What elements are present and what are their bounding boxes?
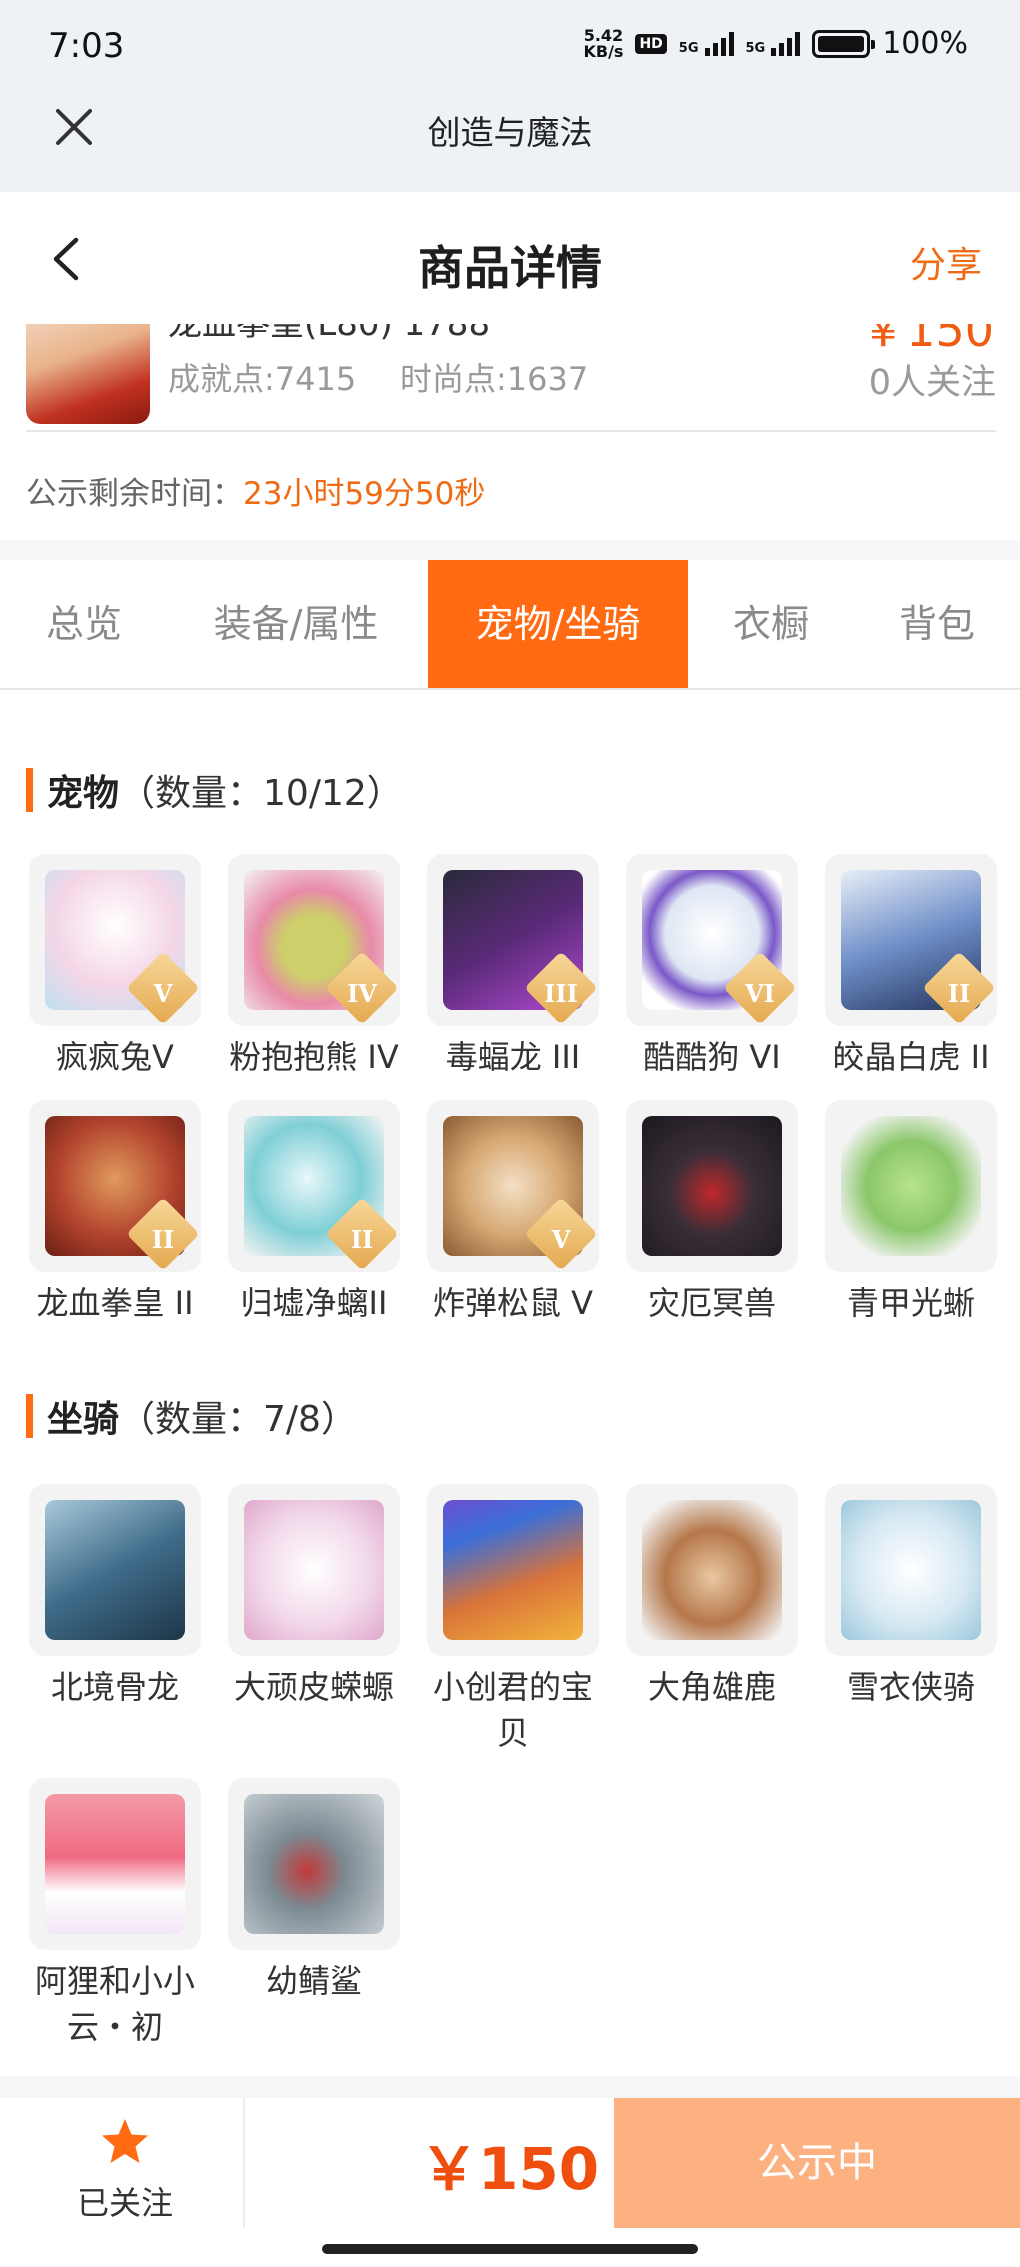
mount-item[interactable]: 北境骨龙 [26, 1484, 204, 1710]
pet-item[interactable]: II 归墟净螭II [225, 1100, 403, 1326]
pet-image [626, 1100, 798, 1272]
pet-item[interactable]: III 毒蝠龙 III [424, 854, 602, 1080]
pet-item[interactable]: VI 酷酷狗 VI [623, 854, 801, 1080]
mount-item[interactable]: 阿狸和小小云・初 [26, 1778, 204, 2050]
tab-pets-mounts[interactable]: 宠物/坐骑 [428, 560, 688, 688]
pet-image: II [228, 1100, 400, 1272]
mounts-count: （数量：7/8） [119, 1399, 357, 1440]
pet-image [825, 1100, 997, 1272]
item-summary: 龙血拳皇(L80) 1788 ￥150 成就点:7415 时尚点:1637 0人… [0, 324, 1020, 432]
item-thumbnail[interactable] [26, 324, 150, 424]
pet-image: V [29, 854, 201, 1026]
mount-image [626, 1484, 798, 1656]
divider [26, 430, 996, 432]
status-icons: 5.42 KB/s HD 5G 5G 100% [583, 26, 968, 61]
achievement-points: 成就点:7415 [168, 360, 357, 398]
page-title: 商品详情 [418, 241, 602, 295]
battery-level: 100% [882, 26, 968, 61]
divider [243, 2098, 245, 2228]
mount-item[interactable]: 大顽皮蝾螈 [225, 1484, 403, 1710]
mount-image [228, 1484, 400, 1656]
pet-image: II [825, 854, 997, 1026]
mount-image [825, 1484, 997, 1656]
pet-item[interactable]: II 皎晶白虎 II [822, 854, 1000, 1080]
tab-backpack[interactable]: 背包 [854, 560, 1020, 688]
pet-image: III [427, 854, 599, 1026]
hd-icon: HD [635, 33, 667, 54]
star-icon [102, 2119, 148, 2163]
mount-item[interactable]: 小创君的宝贝 [424, 1484, 602, 1756]
pet-item[interactable]: IV 粉抱抱熊 IV [225, 854, 403, 1080]
bottom-price: ￥150 [420, 2135, 600, 2203]
follower-count: 0人关注 [868, 363, 996, 403]
bottom-separator [0, 2076, 1020, 2098]
home-indicator[interactable] [322, 2244, 698, 2254]
pet-item[interactable]: V 疯疯兔V [26, 854, 204, 1080]
publicity-button[interactable]: 公示中 [614, 2098, 1020, 2228]
pet-item[interactable]: II 龙血拳皇 II [26, 1100, 204, 1326]
webview-title: 创造与魔法 [427, 113, 593, 152]
tab-overview[interactable]: 总览 [0, 560, 168, 688]
mount-image [29, 1778, 201, 1950]
item-name: 龙血拳皇(L80) 1788 [168, 324, 491, 344]
battery-icon [812, 29, 876, 58]
signal-icon: 5G [746, 31, 801, 56]
mount-image [29, 1484, 201, 1656]
tab-equipment[interactable]: 装备/属性 [168, 560, 424, 688]
pet-item[interactable]: 青甲光蜥 [822, 1100, 1000, 1326]
network-speed: 5.42 KB/s [583, 25, 624, 61]
section-gap [0, 540, 1020, 560]
bottom-action-bar: 已关注 ￥150 公示中 [0, 2098, 1020, 2228]
tab-bar: 总览 装备/属性 宠物/坐骑 衣橱 背包 [0, 560, 1020, 690]
pet-item[interactable]: V 炸弹松鼠 V [424, 1100, 602, 1326]
pet-image: VI [626, 854, 798, 1026]
mount-image [228, 1778, 400, 1950]
mount-item[interactable]: 大角雄鹿 [623, 1484, 801, 1710]
mounts-section-title: 坐骑 （数量：7/8） [26, 1390, 357, 1442]
pets-count: （数量：10/12） [119, 773, 403, 814]
tab-wardrobe[interactable]: 衣橱 [688, 560, 854, 688]
pets-section-title: 宠物 （数量：10/12） [26, 764, 403, 816]
signal-icon: 5G [679, 31, 734, 56]
pet-image: V [427, 1100, 599, 1272]
pet-item[interactable]: 灾厄冥兽 [623, 1100, 801, 1326]
follow-button[interactable]: 已关注 [70, 2116, 180, 2224]
fashion-points: 时尚点:1637 [400, 360, 589, 398]
countdown: 公示剩余时间：23小时59分50秒 [26, 476, 486, 512]
status-time: 7:03 [48, 26, 125, 66]
mount-item[interactable]: 幼鲭鲨 [225, 1778, 403, 2004]
pet-image: IV [228, 854, 400, 1026]
mount-image [427, 1484, 599, 1656]
share-button[interactable]: 分享 [910, 236, 982, 288]
countdown-value: 23小时59分50秒 [243, 476, 486, 512]
page-header: 商品详情 分享 [0, 192, 1020, 324]
pet-image: II [29, 1100, 201, 1272]
mount-item[interactable]: 雪衣侠骑 [822, 1484, 1000, 1710]
